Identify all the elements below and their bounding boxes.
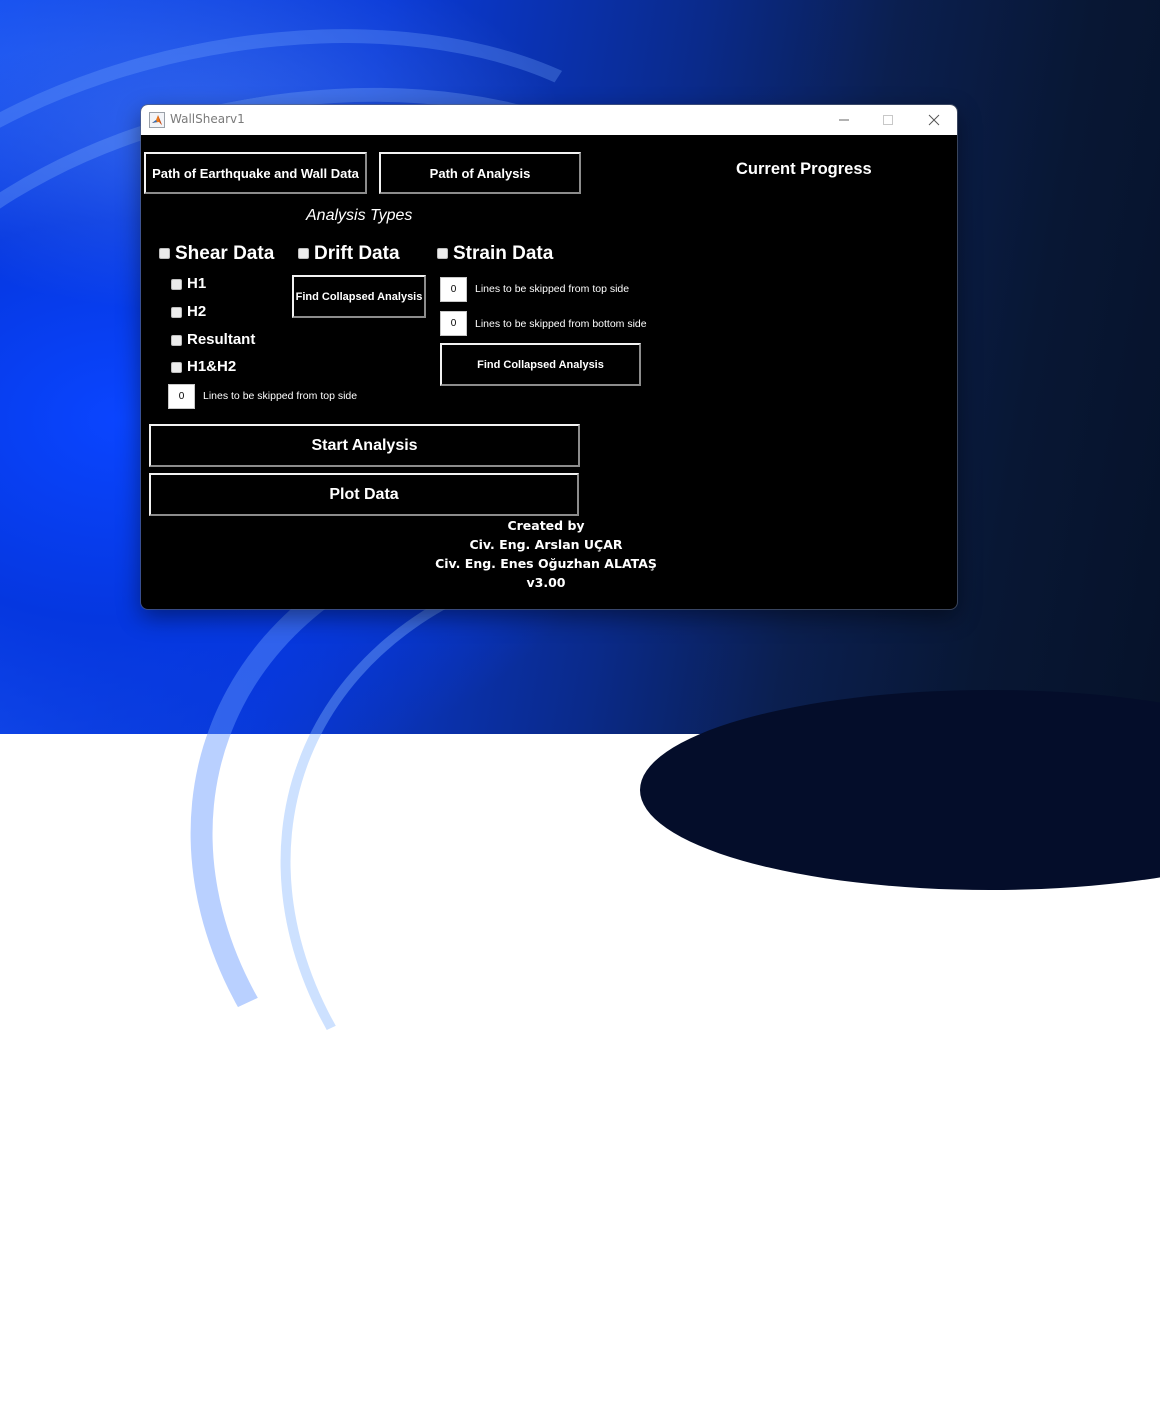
strain-skip-top-input[interactable]: 0 — [440, 277, 467, 302]
shear-skip-top-label: Lines to be skipped from top side — [203, 390, 358, 402]
resultant-label: Resultant — [187, 331, 256, 348]
main-panel: Path of Earthquake and Wall Data Path of… — [141, 135, 957, 609]
strain-skip-bottom-input[interactable]: 0 — [440, 311, 467, 336]
h1-label: H1 — [187, 275, 207, 292]
strain-data-label: Strain Data — [453, 243, 554, 264]
h2-checkbox[interactable] — [171, 307, 182, 318]
drift-data-label: Drift Data — [314, 243, 400, 264]
title-bar[interactable]: WallShearv1 — [141, 105, 957, 135]
plot-data-button[interactable]: Plot Data — [149, 473, 579, 516]
current-progress-title: Current Progress — [736, 160, 872, 178]
shear-data-checkbox[interactable] — [159, 248, 170, 259]
window-title: WallShearv1 — [170, 112, 245, 126]
path-earthquake-wall-data-button[interactable]: Path of Earthquake and Wall Data — [144, 152, 367, 194]
maximize-icon — [882, 115, 893, 125]
wallpaper-swoosh — [640, 690, 1160, 890]
shear-data-label: Shear Data — [175, 243, 275, 264]
credits-author-1: Civ. Eng. Arslan UÇAR — [469, 537, 623, 552]
h1-h2-label: H1&H2 — [187, 358, 237, 375]
matlab-icon — [149, 112, 165, 128]
h1-checkbox[interactable] — [171, 279, 182, 290]
strain-skip-bottom-label: Lines to be skipped from bottom side — [475, 318, 647, 330]
close-button[interactable] — [911, 105, 956, 135]
start-analysis-button[interactable]: Start Analysis — [149, 424, 580, 467]
maximize-button[interactable] — [865, 105, 910, 135]
app-window: WallShearv1 Path of Earthquake and Wall … — [141, 105, 957, 609]
minimize-icon — [838, 119, 849, 121]
credits-author-2: Civ. Eng. Enes Oğuzhan ALATAŞ — [435, 556, 657, 571]
strain-find-collapsed-analysis-button[interactable]: Find Collapsed Analysis — [440, 343, 641, 386]
shear-skip-top-input[interactable]: 0 — [168, 384, 195, 409]
minimize-button[interactable] — [821, 105, 866, 135]
path-of-analysis-button[interactable]: Path of Analysis — [379, 152, 581, 194]
resultant-checkbox[interactable] — [171, 335, 182, 346]
credits-block: Created by Civ. Eng. Arslan UÇAR Civ. En… — [396, 516, 696, 592]
h1-h2-checkbox[interactable] — [171, 362, 182, 373]
credits-created-by: Created by — [507, 518, 585, 533]
version-label: v3.00 — [526, 575, 566, 590]
analysis-types-heading: Analysis Types — [306, 207, 413, 224]
strain-skip-top-label: Lines to be skipped from top side — [475, 283, 630, 295]
strain-data-checkbox[interactable] — [437, 248, 448, 259]
close-icon — [928, 114, 939, 126]
drift-find-collapsed-analysis-button[interactable]: Find Collapsed Analysis — [292, 275, 426, 318]
drift-data-checkbox[interactable] — [298, 248, 309, 259]
h2-label: H2 — [187, 303, 207, 320]
